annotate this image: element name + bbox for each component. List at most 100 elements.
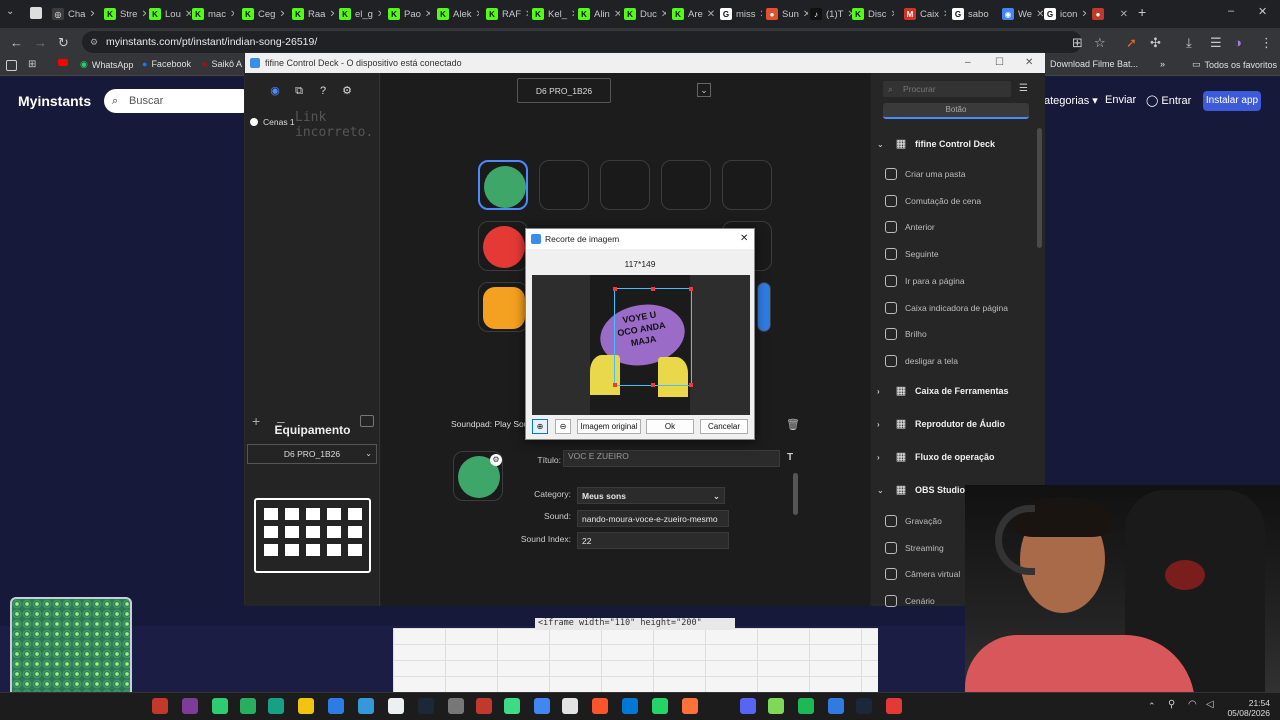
- zoom-out-icon[interactable]: ⊖: [555, 419, 571, 434]
- firefox-icon[interactable]: [682, 698, 698, 714]
- app-icon[interactable]: [240, 698, 256, 714]
- action-go-to-page[interactable]: Ir para a página: [885, 274, 965, 287]
- equipment-select[interactable]: D6 PRO_1B26 ⌄: [247, 444, 377, 464]
- stop-key[interactable]: [478, 221, 528, 271]
- tab-close-icon[interactable]: ✕: [890, 9, 894, 20]
- browser-tab[interactable]: ● Sun ✕: [762, 3, 808, 25]
- site-search-input[interactable]: ⌕ Buscar: [104, 89, 254, 113]
- browser-tab[interactable]: Kel_g ✕: [335, 3, 381, 25]
- tab-close-icon[interactable]: ✕: [943, 9, 946, 20]
- bookmark-saiko[interactable]: ● Saikô A: [202, 59, 242, 69]
- whatsapp-icon[interactable]: [652, 698, 668, 714]
- list-view-icon[interactable]: ☰: [1019, 83, 1028, 94]
- app-icon[interactable]: [358, 698, 374, 714]
- app-icon[interactable]: [212, 698, 228, 714]
- browser-tab[interactable]: K Duc ✕: [620, 3, 666, 25]
- fifine-icon[interactable]: [828, 698, 844, 714]
- tab-close-icon[interactable]: ✕: [1081, 9, 1086, 20]
- app-icon[interactable]: [182, 698, 198, 714]
- tab-close-icon[interactable]: ✕: [89, 9, 94, 20]
- tab-close-icon[interactable]: ✕: [329, 9, 334, 20]
- wifi-icon[interactable]: ◠: [1188, 699, 1197, 710]
- tab-search-icon[interactable]: ⌄: [6, 6, 14, 17]
- browser-tab[interactable]: K Alek✕: [433, 3, 479, 25]
- action-obs-virtual-camera[interactable]: Câmera virtual: [885, 568, 960, 581]
- bookmark-facebook[interactable]: ● Facebook: [142, 59, 191, 69]
- bookmark-all-favorites[interactable]: ▭ Todos os favoritos: [1192, 59, 1277, 70]
- file-explorer-icon[interactable]: [298, 698, 314, 714]
- extensions-puzzle-icon[interactable]: ✣: [1150, 35, 1161, 51]
- browser-tab[interactable]: K Ceg ✕: [238, 3, 284, 25]
- tab-close-icon[interactable]: ✕: [279, 9, 284, 20]
- bookmark-star-icon[interactable]: ☆: [1094, 35, 1106, 51]
- bookmark-whatsapp[interactable]: ◉ WhatsApp: [80, 59, 133, 70]
- tab-close-icon[interactable]: ✕: [377, 9, 381, 20]
- crop-handle[interactable]: [613, 287, 617, 291]
- trash-icon[interactable]: 🗑: [786, 418, 800, 431]
- action-create-folder[interactable]: Criar uma pasta: [885, 168, 965, 180]
- group-obs-studio[interactable]: ⌄ ▦ OBS Studio: [877, 483, 965, 497]
- nav-entrar[interactable]: ◯ Entrar: [1146, 94, 1191, 107]
- action-screen-off[interactable]: desligar a tela: [885, 354, 958, 367]
- browser-tab[interactable]: ♪ (1)T ✕: [806, 3, 852, 25]
- app-icon[interactable]: [328, 698, 344, 714]
- tab-close-icon[interactable]: ✕: [475, 9, 479, 20]
- tab-close-icon[interactable]: ✕: [993, 9, 994, 20]
- sidebar-toggle-icon[interactable]: [6, 60, 17, 71]
- group-audio-player[interactable]: › ▦ Reprodutor de Áudio: [877, 417, 1005, 431]
- dialog-close-icon[interactable]: ✕: [740, 229, 748, 249]
- empty-key[interactable]: [600, 160, 650, 210]
- browser-tab[interactable]: K Lou ✕: [145, 3, 191, 25]
- reload-icon[interactable]: ↻: [58, 35, 69, 51]
- close-window-icon[interactable]: ✕: [1258, 5, 1267, 18]
- crop-handle[interactable]: [689, 287, 693, 291]
- browser-tab[interactable]: KKel_✕: [528, 3, 574, 25]
- crop-handle[interactable]: [651, 287, 655, 291]
- address-bar[interactable]: ⚙ myinstants.com/pt/instant/indian-song-…: [82, 31, 1082, 53]
- nav-categorias[interactable]: ategorias ▾: [1044, 94, 1098, 107]
- help-icon[interactable]: ?: [315, 83, 331, 99]
- device-dropdown-icon[interactable]: ⌄: [697, 83, 711, 97]
- browser-tab[interactable]: ◉ We ✕: [998, 3, 1044, 25]
- action-search-input[interactable]: ⌕ Procurar: [883, 81, 1011, 97]
- crop-handle[interactable]: [651, 383, 655, 387]
- ok-button[interactable]: Ok: [646, 419, 694, 434]
- brave-icon[interactable]: [592, 698, 608, 714]
- action-obs-recording[interactable]: Gravação: [885, 515, 942, 527]
- tab-close-icon[interactable]: ✕: [661, 9, 666, 20]
- group-fifine-control-deck[interactable]: ⌄ ▦ fifine Control Deck: [877, 137, 995, 151]
- empty-key[interactable]: [722, 160, 772, 210]
- customize-icon[interactable]: ☰: [1210, 35, 1222, 51]
- device-tab[interactable]: D6 PRO_1B26: [517, 78, 611, 103]
- edge-icon[interactable]: [504, 698, 520, 714]
- speaker-key[interactable]: [478, 160, 528, 210]
- cancel-button[interactable]: Cancelar: [700, 419, 748, 434]
- site-logo[interactable]: Myinstants: [18, 93, 91, 109]
- app-icon[interactable]: [268, 698, 284, 714]
- back-icon[interactable]: ←: [10, 35, 23, 50]
- sound-input[interactable]: nando-moura-voce-e-zueiro-mesmo: [577, 510, 729, 527]
- tab-close-icon[interactable]: ✕: [1120, 9, 1128, 20]
- bookmark-youtube[interactable]: [58, 59, 68, 66]
- browser-tab[interactable]: Kmac ✕: [188, 3, 234, 25]
- settings-gear-icon[interactable]: ⚙: [339, 83, 355, 99]
- properties-scrollbar[interactable]: [793, 473, 798, 515]
- discord-icon[interactable]: [740, 698, 756, 714]
- crop-selection-box[interactable]: [613, 287, 693, 387]
- crop-handle[interactable]: [613, 383, 617, 387]
- fifine-home-icon[interactable]: ◉: [267, 83, 283, 99]
- app-icon[interactable]: [622, 698, 638, 714]
- more-bookmarks-icon[interactable]: »: [1160, 59, 1165, 69]
- browser-tab[interactable]: M Caix✕: [900, 3, 946, 25]
- chrome-icon[interactable]: [534, 698, 550, 714]
- cube-icon[interactable]: ⧉: [291, 83, 307, 99]
- install-app-button[interactable]: Instalar app: [1203, 91, 1261, 111]
- app-icon[interactable]: [476, 698, 492, 714]
- back-key[interactable]: [478, 282, 528, 332]
- scene-item[interactable]: Cenas 1: [250, 117, 295, 127]
- empty-key[interactable]: [539, 160, 589, 210]
- browser-tab[interactable]: ◎ Cha ✕: [48, 3, 94, 25]
- app-maximize-icon[interactable]: ☐: [995, 53, 1004, 73]
- action-list-scrollbar[interactable]: [1037, 128, 1042, 248]
- steam-icon[interactable]: [856, 698, 872, 714]
